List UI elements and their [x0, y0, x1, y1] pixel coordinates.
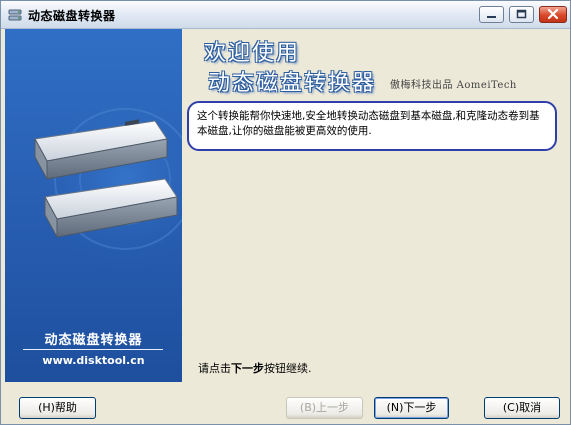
- hint-prefix: 请点击: [198, 362, 231, 375]
- description-box: 这个转换能帮你快速地,安全地转换动态磁盘到基本磁盘,和克隆动态卷到基本磁盘,让你…: [187, 101, 557, 151]
- sidebar-product-name: 动态磁盘转换器: [44, 333, 143, 348]
- title-bar[interactable]: 动态磁盘转换器: [1, 1, 570, 29]
- close-button[interactable]: [539, 6, 567, 23]
- minimize-icon: [487, 16, 496, 18]
- description-text: 这个转换能帮你快速地,安全地转换动态磁盘到基本磁盘,和克隆动态卷到基本磁盘,让你…: [197, 110, 540, 137]
- product-heading: 动态磁盘转换器: [208, 71, 377, 96]
- back-button[interactable]: (B)上一步: [286, 397, 363, 419]
- publisher-label: 傲梅科技出品 AomeiTech: [390, 80, 517, 91]
- app-icon: [8, 9, 22, 21]
- hint-suffix: 按钮继续.: [264, 362, 312, 375]
- next-button[interactable]: (N)下一步: [374, 397, 449, 419]
- window-title: 动态磁盘转换器: [28, 9, 116, 23]
- cancel-button[interactable]: (C)取消: [484, 397, 560, 419]
- welcome-heading: 欢迎使用: [204, 41, 301, 66]
- sidebar-panel: 动态磁盘转换器 www.disktool.cn: [5, 29, 182, 382]
- close-icon: [547, 8, 559, 20]
- sidebar-website: www.disktool.cn: [42, 354, 145, 367]
- wizard-window: 动态磁盘转换器 动态磁盘转换器 www.disktool.cn 欢迎使用 动态磁…: [0, 0, 571, 425]
- hint-next-word: 下一步: [231, 362, 264, 375]
- help-button[interactable]: (H)帮助: [19, 397, 96, 419]
- hard-disk-illustration: [34, 89, 182, 269]
- welcome-content: 欢迎使用 动态磁盘转换器 傲梅科技出品 AomeiTech 这个转换能帮你快速地…: [182, 29, 568, 382]
- continue-hint: 请点击下一步按钮继续.: [198, 360, 312, 376]
- maximize-icon: [516, 9, 527, 19]
- wizard-body: 动态磁盘转换器 www.disktool.cn 欢迎使用 动态磁盘转换器 傲梅科…: [5, 29, 568, 382]
- button-bar: (H)帮助 (B)上一步 (N)下一步 (C)取消: [5, 382, 568, 424]
- maximize-button[interactable]: [509, 6, 534, 23]
- minimize-button[interactable]: [479, 6, 504, 23]
- sidebar-divider: [23, 349, 163, 350]
